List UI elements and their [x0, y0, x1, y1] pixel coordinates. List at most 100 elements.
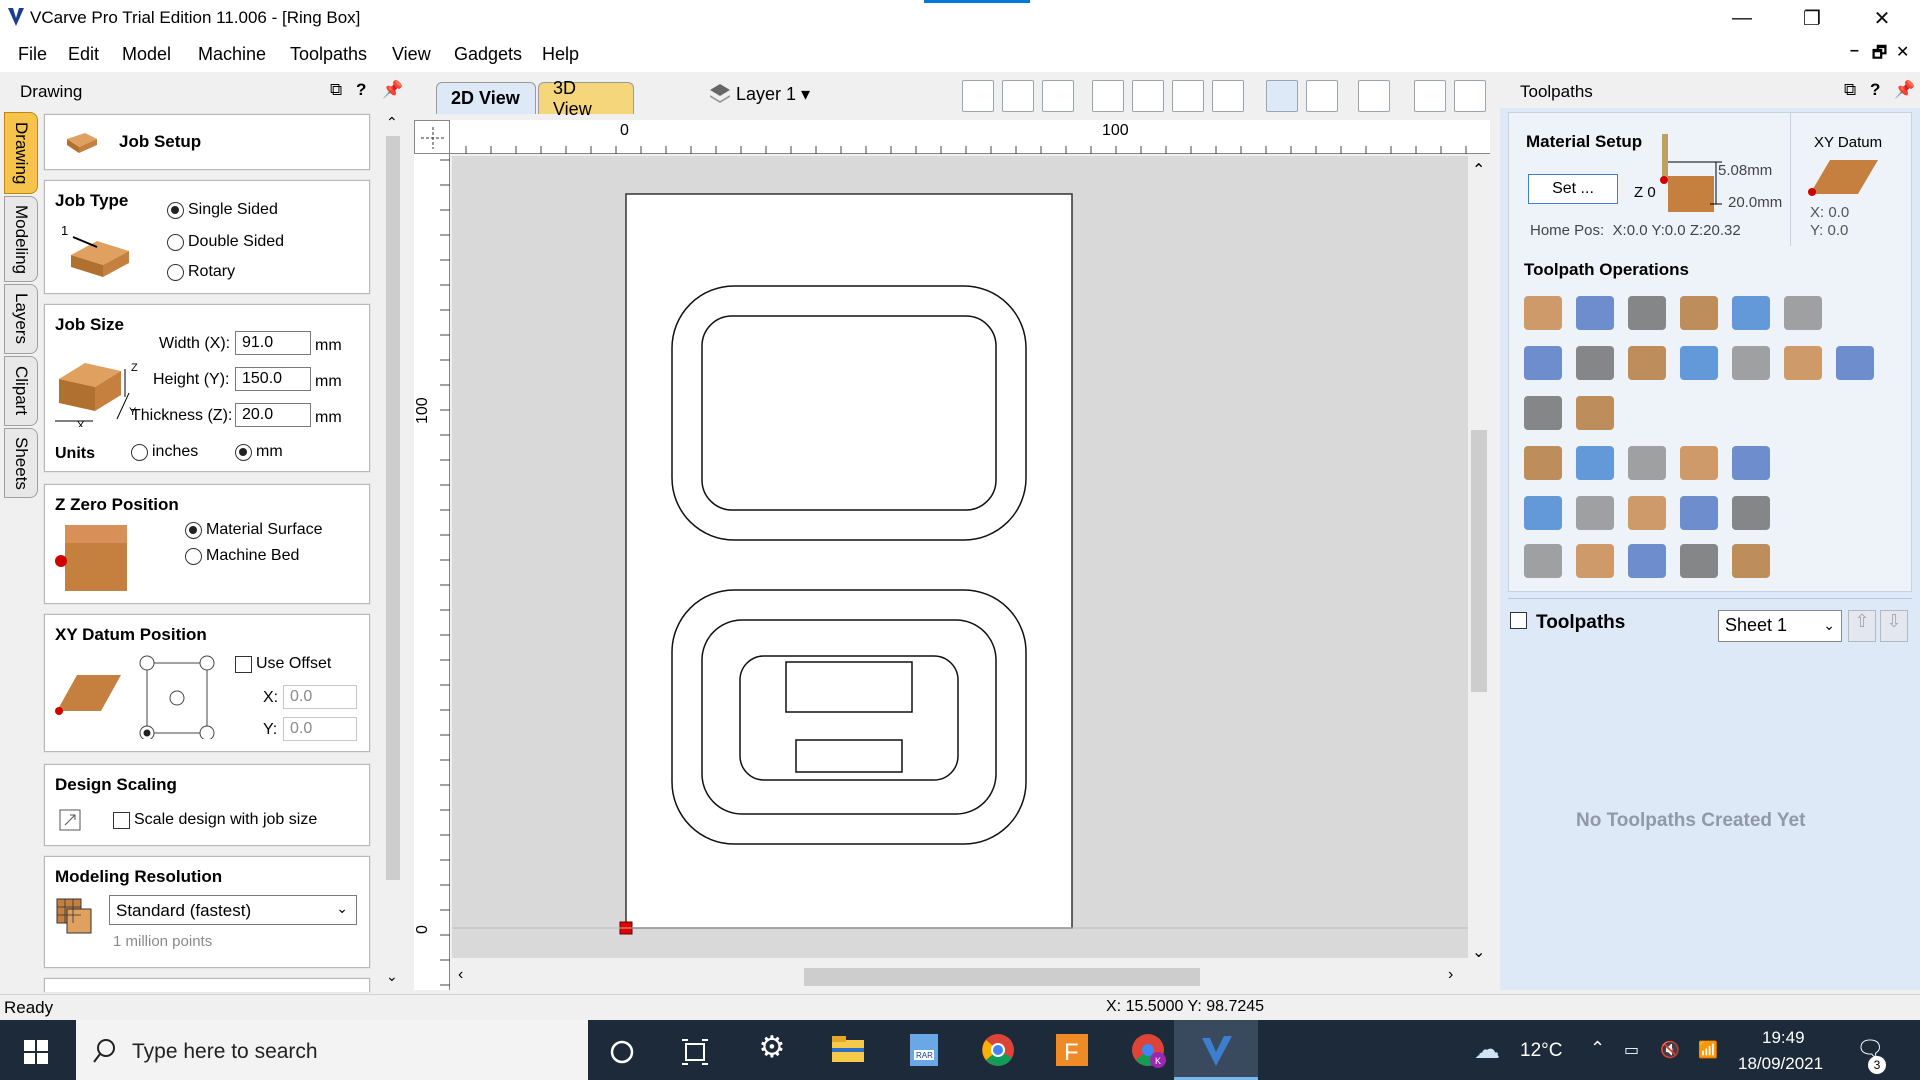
- pan-icon[interactable]: [1092, 80, 1124, 112]
- tool-database-icon[interactable]: [1524, 446, 1562, 480]
- tool-check-icon[interactable]: [1628, 544, 1666, 578]
- set-origin-icon[interactable]: [1628, 496, 1666, 530]
- hand-tool-icon[interactable]: [1524, 544, 1562, 578]
- clock-time[interactable]: 19:49: [1762, 1028, 1805, 1048]
- fluting-icon[interactable]: [1628, 346, 1666, 380]
- volume-muted-icon[interactable]: 🔇: [1660, 1040, 1680, 1060]
- canvas-horizontal-scroll-thumb[interactable]: [804, 968, 1200, 986]
- postprocessor-icon[interactable]: [1680, 544, 1718, 578]
- drilling-toolpath-icon[interactable]: [1628, 296, 1666, 330]
- calculator-icon[interactable]: [1732, 446, 1770, 480]
- menu-help[interactable]: Help: [542, 44, 579, 65]
- inlay-icon[interactable]: [1784, 296, 1822, 330]
- edit-toolpath-icon[interactable]: [1576, 446, 1614, 480]
- layer-select[interactable]: Layer 1 ▾: [736, 84, 810, 105]
- move-up-button[interactable]: ⇧: [1848, 610, 1876, 642]
- help-icon[interactable]: ?: [356, 80, 366, 100]
- canvas-scroll-left-icon[interactable]: ‹: [458, 966, 463, 984]
- minimize-button[interactable]: —: [1708, 0, 1776, 36]
- file-explorer-icon[interactable]: [828, 1030, 868, 1070]
- cortana-icon[interactable]: [608, 1038, 636, 1066]
- offset-x-field[interactable]: 0.0: [283, 685, 357, 709]
- moulding-icon[interactable]: [1680, 346, 1718, 380]
- units-mm-radio[interactable]: mm: [235, 443, 283, 461]
- right-panel-popout-icon[interactable]: ⧉: [1844, 80, 1856, 100]
- right-help-icon[interactable]: ?: [1870, 80, 1880, 100]
- winrar-icon[interactable]: RAR: [904, 1030, 944, 1070]
- maximize-button[interactable]: ❐: [1778, 0, 1846, 36]
- 3d-sphere-icon[interactable]: [1576, 396, 1614, 430]
- snap-icon[interactable]: [1266, 80, 1298, 112]
- preview-toolpath-icon[interactable]: [1628, 446, 1666, 480]
- rotary-radio[interactable]: Rotary: [167, 263, 235, 281]
- zoom-in-icon[interactable]: [1132, 80, 1164, 112]
- chamfer-icon[interactable]: [1732, 346, 1770, 380]
- zoom-extents-icon[interactable]: [962, 80, 994, 112]
- split-view-icon[interactable]: [1454, 80, 1486, 112]
- use-offset-checkbox[interactable]: Use Offset: [235, 655, 331, 673]
- template-toolpath-icon[interactable]: [1576, 496, 1614, 530]
- menu-model[interactable]: Model: [122, 44, 171, 65]
- ruler-corner[interactable]: [414, 120, 450, 154]
- settings-gear-icon[interactable]: ⚙: [752, 1030, 792, 1070]
- task-view-icon[interactable]: [680, 1038, 710, 1066]
- tray-chevron-up-icon[interactable]: ⌃: [1590, 1038, 1605, 1059]
- toolpaths-checkbox[interactable]: [1510, 612, 1527, 634]
- resolution-select[interactable]: Standard (fastest) ⌄: [109, 895, 357, 925]
- canvas-scroll-up-icon[interactable]: ⌃: [1472, 160, 1485, 180]
- clock-date[interactable]: 18/09/2021: [1738, 1054, 1823, 1074]
- wrap-toolpath-icon[interactable]: [1732, 496, 1770, 530]
- material-surface-radio[interactable]: Material Surface: [185, 521, 323, 539]
- battery-icon[interactable]: ▭: [1624, 1040, 1639, 1060]
- tab-modeling[interactable]: Modeling: [4, 196, 38, 282]
- scroll-down-icon[interactable]: ⌄: [386, 968, 398, 985]
- height-field[interactable]: 150.0: [235, 367, 311, 391]
- chrome-profile-icon[interactable]: K: [1128, 1030, 1168, 1070]
- merge-toolpath-icon[interactable]: [1524, 496, 1562, 530]
- menu-edit[interactable]: Edit: [68, 44, 99, 65]
- snap-grid-icon[interactable]: [1306, 80, 1338, 112]
- thickness-field[interactable]: 20.0: [235, 403, 311, 427]
- move-down-button[interactable]: ⇩: [1880, 610, 1908, 642]
- layout-icon[interactable]: [1414, 80, 1446, 112]
- menu-view[interactable]: View: [392, 44, 431, 65]
- tab-drawing[interactable]: Drawing: [4, 112, 38, 194]
- menu-gadgets[interactable]: Gadgets: [454, 44, 522, 65]
- menu-toolpaths[interactable]: Toolpaths: [290, 44, 367, 65]
- zoom-box-icon[interactable]: [1212, 80, 1244, 112]
- weather-cloud-icon[interactable]: ☁: [1474, 1034, 1500, 1065]
- quick-engrave-icon[interactable]: [1680, 296, 1718, 330]
- width-field[interactable]: 91.0: [235, 331, 311, 355]
- offset-y-field[interactable]: 0.0: [283, 717, 357, 741]
- tab-layers[interactable]: Layers: [4, 284, 38, 354]
- texture-icon[interactable]: [1732, 296, 1770, 330]
- weather-temperature[interactable]: 12°C: [1520, 1040, 1562, 1062]
- drawing-canvas[interactable]: [452, 156, 1468, 958]
- tab-3d-view[interactable]: 3D View: [538, 78, 634, 119]
- grid-icon[interactable]: [1042, 80, 1074, 112]
- canvas-scroll-right-icon[interactable]: ›: [1448, 966, 1453, 984]
- menu-file[interactable]: File: [18, 44, 47, 65]
- left-panel-scroll-thumb[interactable]: [386, 136, 400, 880]
- fusion-app-icon[interactable]: F: [1052, 1030, 1092, 1070]
- right-pin-icon[interactable]: 📌: [1894, 80, 1915, 100]
- chrome-icon[interactable]: [978, 1030, 1018, 1070]
- tab-clipart[interactable]: Clipart: [4, 356, 38, 426]
- v-carve-icon[interactable]: [1524, 346, 1562, 380]
- menu-machine[interactable]: Machine: [198, 44, 266, 65]
- render-icon[interactable]: [1358, 80, 1390, 112]
- panel-popout-icon[interactable]: ⧉: [330, 80, 342, 100]
- zoom-out-icon[interactable]: [1172, 80, 1204, 112]
- mdi-minimize-button[interactable]: –: [1850, 42, 1859, 60]
- units-inches-radio[interactable]: inches: [131, 443, 198, 461]
- material-set-button[interactable]: Set ...: [1528, 174, 1618, 204]
- prism-carve-icon[interactable]: [1576, 346, 1614, 380]
- mdi-close-button[interactable]: ✕: [1896, 42, 1909, 62]
- canvas-vertical-scroll-thumb[interactable]: [1471, 430, 1487, 692]
- pocket-toolpath-icon[interactable]: [1576, 296, 1614, 330]
- array-toolpath-icon[interactable]: [1680, 496, 1718, 530]
- view-fit-icon[interactable]: [1002, 80, 1034, 112]
- scroll-up-icon[interactable]: ⌃: [386, 114, 398, 131]
- canvas-scroll-down-icon[interactable]: ⌄: [1472, 942, 1485, 962]
- save-toolpath-icon[interactable]: [1732, 544, 1770, 578]
